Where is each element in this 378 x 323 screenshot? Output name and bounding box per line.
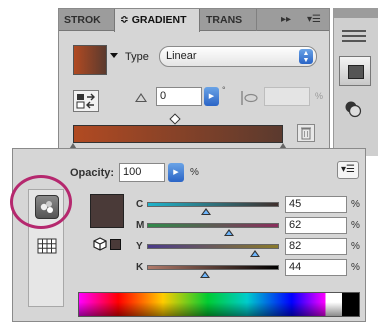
yellow-unit: % (351, 241, 360, 252)
angle-unit: ° (222, 85, 226, 95)
angle-input[interactable]: 0 (156, 87, 202, 106)
black-slider-track[interactable] (147, 265, 279, 270)
aspect-ratio-unit: % (315, 91, 324, 101)
gradient-type-select[interactable]: Linear ▲ ▼ (159, 46, 317, 67)
opacity-unit: % (190, 167, 199, 178)
panel-grip-icon[interactable] (342, 30, 366, 42)
magenta-unit: % (351, 220, 360, 231)
select-arrows-icon: ▲ ▼ (299, 49, 313, 64)
tab-stroke[interactable]: STROK (59, 9, 114, 31)
color-spectrum-bar[interactable] (78, 292, 360, 317)
black-unit: % (351, 262, 360, 273)
panel-dock (333, 8, 378, 156)
gradient-panel: STROK ≎ GRADIENT TRANS ▸▸ ▾☰ Type Linear… (58, 8, 330, 156)
angle-dropdown-button[interactable]: ▶ (204, 87, 219, 106)
yellow-slider-knob[interactable] (250, 250, 261, 257)
panel-tab-bar: STROK ≎ GRADIENT TRANS ▸▸ ▾☰ (59, 9, 329, 32)
black-value-input[interactable]: 44 (285, 259, 347, 276)
color-panel-menu-button[interactable]: ▾☰ (337, 161, 359, 179)
magenta-value-input[interactable]: 62 (285, 217, 347, 234)
channel-label-c: C (136, 199, 144, 210)
collapse-panel-button[interactable]: ▸▸ (281, 9, 291, 31)
gradient-swatch-dropdown-icon[interactable] (110, 53, 118, 58)
channel-label-k: K (136, 262, 144, 273)
cyan-value-input[interactable]: 45 (285, 196, 347, 213)
web-safe-color-swatch[interactable] (110, 239, 121, 250)
gradient-slider[interactable] (73, 125, 283, 143)
tab-transparency[interactable]: TRANS (201, 9, 257, 31)
trash-icon (301, 127, 311, 140)
cyan-slider-track[interactable] (147, 202, 279, 207)
cyan-slider-knob[interactable] (201, 208, 212, 215)
reverse-gradient-icon (76, 93, 95, 109)
gradient-fill-swatch[interactable] (73, 45, 107, 75)
channel-label-y: Y (136, 241, 143, 252)
out-of-gamut-cube-icon[interactable] (93, 237, 107, 251)
cyan-unit: % (351, 199, 360, 210)
swatch-grid-icon[interactable] (37, 238, 57, 254)
color-panel: Opacity: 100 ▶ % ▾☰ C 45 % M 62 % Y 82 %… (12, 148, 366, 322)
opacity-input[interactable]: 100 (119, 163, 165, 182)
gradient-type-value: Linear (166, 50, 197, 62)
yellow-slider-track[interactable] (147, 244, 279, 249)
gradient-panel-menu-button[interactable]: ▾☰ (307, 9, 321, 31)
dock-header (334, 8, 378, 18)
aspect-ratio-icon (241, 91, 258, 105)
opacity-label: Opacity: (70, 167, 115, 179)
aspect-ratio-input (264, 87, 310, 106)
channel-label-m: M (136, 220, 145, 231)
appearance-dock-icon[interactable] (344, 100, 362, 118)
black-slider-knob[interactable] (200, 271, 211, 278)
reverse-gradient-button[interactable] (73, 90, 99, 112)
fill-color-proxy[interactable] (90, 194, 124, 228)
delete-stop-button[interactable] (297, 124, 315, 142)
yellow-value-input[interactable]: 82 (285, 238, 347, 255)
magenta-slider-knob[interactable] (223, 229, 234, 236)
callout-highlight-ring (10, 175, 72, 229)
tab-gradient[interactable]: ≎ GRADIENT (114, 9, 200, 32)
angle-icon (135, 93, 147, 102)
opacity-dropdown-button[interactable]: ▶ (168, 163, 184, 182)
type-label: Type (125, 51, 149, 63)
magenta-slider-track[interactable] (147, 223, 279, 228)
swatches-dock-icon[interactable] (339, 56, 371, 86)
gradient-midpoint-handle[interactable] (169, 113, 181, 125)
